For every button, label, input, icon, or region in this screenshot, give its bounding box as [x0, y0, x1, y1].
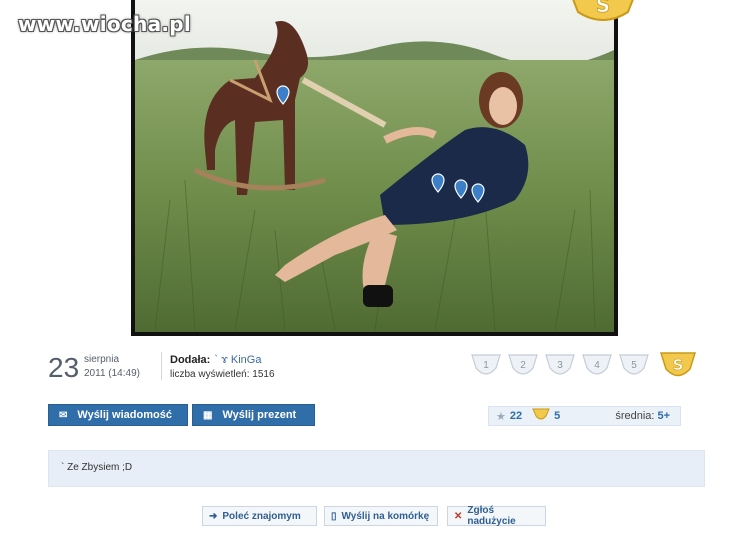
- report-abuse-button[interactable]: ✕ Zgłoś nadużycie: [447, 505, 546, 527]
- send-message-label: Wyślij wiadomość: [77, 409, 172, 421]
- recommend-button[interactable]: ➜ Poleć znajomym: [202, 506, 317, 526]
- close-icon: ✕: [454, 510, 463, 522]
- gold-shield-icon: [532, 408, 550, 425]
- rate-4-label: 4: [594, 360, 600, 371]
- views-label: liczba wyświetleń:: [170, 369, 250, 380]
- rate-1-button[interactable]: 1: [470, 354, 502, 380]
- gift-icon: ▦: [203, 409, 213, 421]
- phone-icon: ▯: [331, 510, 337, 522]
- rating-bar: 1 2 3 4 5 S: [470, 352, 697, 382]
- rate-4-button[interactable]: 4: [581, 354, 613, 380]
- gold-s-badge-icon: S: [568, 0, 638, 33]
- rate-2-button[interactable]: 2: [507, 354, 539, 380]
- rate-special-button[interactable]: S: [659, 352, 697, 382]
- rate-3-label: 3: [557, 360, 563, 371]
- post-day: 23: [48, 352, 80, 383]
- star-icon: ★: [496, 410, 506, 423]
- divider: [161, 352, 162, 380]
- score-summary: ★ 22 5 średnia: 5+: [488, 406, 681, 426]
- send-to-mobile-label: Wyślij na komórkę: [341, 510, 430, 522]
- recommend-label: Poleć znajomym: [222, 510, 301, 522]
- author-link[interactable]: ` ɤ KinGa: [214, 354, 261, 366]
- svg-text:S: S: [673, 356, 684, 374]
- share-arrow-icon: ➜: [209, 510, 218, 522]
- send-to-mobile-button[interactable]: ▯ Wyślij na komórkę: [324, 506, 438, 526]
- photo-scene: [135, 0, 614, 332]
- author-line: Dodała: ` ɤ KinGa: [170, 354, 261, 366]
- average-value: 5+: [657, 410, 670, 422]
- report-abuse-label: Zgłoś nadużycie: [467, 505, 516, 527]
- post-time: 2011 (14:49): [84, 368, 140, 379]
- rate-5-label: 5: [631, 360, 637, 371]
- site-watermark: www.wiocha.pl: [18, 12, 192, 36]
- post-description: ` Ze Zbysiem ;D: [48, 450, 705, 487]
- rate-1-label: 1: [483, 360, 489, 371]
- send-gift-button[interactable]: ▦ Wyślij prezent: [192, 404, 315, 426]
- send-message-button[interactable]: ✉ Wyślij wiadomość: [48, 404, 188, 426]
- post-month: sierpnia: [84, 354, 120, 365]
- average-label: średnia:: [615, 410, 655, 422]
- photo[interactable]: [131, 0, 618, 336]
- average-score: średnia: 5+: [615, 410, 670, 422]
- views-count: 1516: [252, 369, 275, 380]
- rate-5-button[interactable]: 5: [618, 354, 650, 380]
- rate-2-label: 2: [520, 360, 526, 371]
- envelope-icon: ✉: [59, 409, 68, 421]
- star-count: 22: [509, 410, 523, 422]
- gold-s-shield-icon: S: [659, 352, 697, 377]
- send-gift-label: Wyślij prezent: [222, 409, 297, 421]
- svg-text:S: S: [596, 0, 610, 17]
- views-line: liczba wyświetleń: 1516: [170, 369, 275, 380]
- rate-3-button[interactable]: 3: [544, 354, 576, 380]
- added-by-label: Dodała:: [170, 354, 211, 366]
- shield-count: 5: [554, 410, 561, 422]
